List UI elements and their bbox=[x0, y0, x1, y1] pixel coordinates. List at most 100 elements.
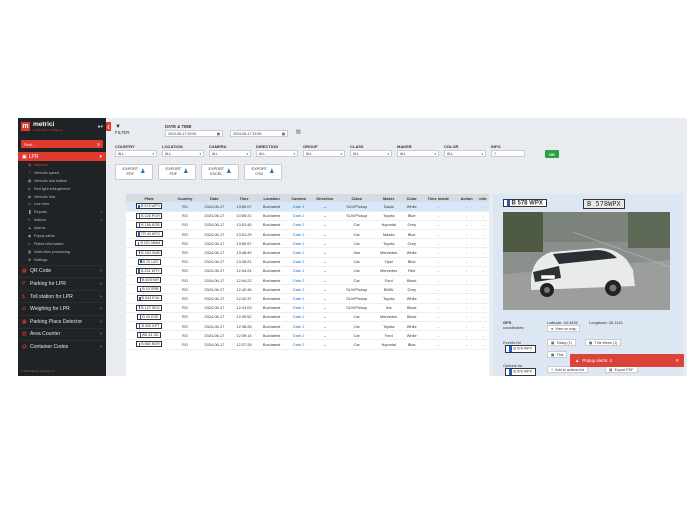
camera-link[interactable]: Gate 2 bbox=[293, 241, 305, 246]
camera-link[interactable]: Gate 2 bbox=[293, 232, 305, 237]
maker-select[interactable]: ALL ▾ bbox=[397, 150, 439, 157]
sidebar-item-alarms[interactable]: ▲ Alarms bbox=[18, 224, 106, 232]
camera-link[interactable]: Gate 2 bbox=[293, 314, 305, 319]
add-to-actions-button[interactable]: + Add to actions list bbox=[547, 366, 589, 373]
camera-link[interactable]: Gate 2 bbox=[293, 342, 305, 347]
column-header[interactable]: Camera bbox=[286, 194, 311, 202]
plate-badge[interactable]: B 860 NDR bbox=[136, 341, 163, 348]
plate-badge[interactable]: B 186 KGB bbox=[136, 221, 163, 228]
plate-badge[interactable]: B 231 WTY bbox=[135, 267, 163, 274]
class-select[interactable]: ALL ▾ bbox=[350, 150, 392, 157]
camera-link[interactable]: Gate 2 bbox=[293, 324, 305, 329]
sidebar-item-vehicles-and-trailers[interactable]: ▤ Vehicles and trailers bbox=[18, 177, 106, 185]
vehicle-photo[interactable] bbox=[503, 212, 670, 310]
country-select[interactable]: ALL ▾ bbox=[115, 150, 157, 157]
table-row[interactable]: B 860 NDR RO 2024-06-17 12:37:28 Bucharest Ga… bbox=[126, 339, 489, 350]
column-header[interactable]: Country bbox=[172, 194, 198, 202]
plate-badge[interactable]: B 43 KXE bbox=[137, 313, 161, 320]
plate-badge[interactable]: B 70 UZZ bbox=[137, 258, 161, 265]
camera-select[interactable]: ALL ▾ bbox=[209, 150, 251, 157]
sidebar-item-vehicles-flow[interactable]: ⇄ Vehicles flow bbox=[18, 193, 106, 201]
sidebar-item-parking-place-detector[interactable]: ▣ Parking Place Detector › bbox=[18, 314, 106, 328]
column-header[interactable]: Class bbox=[339, 194, 375, 202]
camera-link[interactable]: Gate 2 bbox=[293, 333, 305, 338]
sidebar-item-video-files-processing[interactable]: ▧ Video files processing bbox=[18, 248, 106, 256]
table-row[interactable]: B 300 KPT RO 2024-06-17 12:38:28 Bucharest Ga… bbox=[126, 321, 489, 332]
table-row[interactable]: B 543 EVA RO 2024-06-17 12:42:37 Bucharest Ga… bbox=[126, 293, 489, 304]
sidebar-section-lpr[interactable]: ▣ LPR ▾ bbox=[18, 152, 106, 161]
table-row[interactable]: B 43 KXE RO 2024-06-17 12:39:52 Bucharest Gat… bbox=[126, 312, 489, 322]
table-row[interactable]: B 127 SKO RO 2024-06-17 12:41:03 Bucharest Ga… bbox=[126, 303, 489, 313]
column-header[interactable]: Direction bbox=[310, 194, 340, 202]
table-row[interactable]: B 221 MMM RO 2024-06-17 13:50:57 Bucharest Ga… bbox=[126, 238, 489, 249]
plate-badge[interactable]: TR 44 MTG bbox=[135, 231, 163, 238]
search-input[interactable]: Find ... ⚲ bbox=[21, 140, 103, 148]
close-icon[interactable]: ✕ bbox=[675, 358, 679, 364]
filter-toggle[interactable]: ▼ FILTER bbox=[115, 124, 129, 135]
view-on-map-button[interactable]: ● View on map bbox=[547, 325, 581, 332]
plate-badge[interactable]: B 543 EVA bbox=[136, 295, 162, 302]
plate-badge[interactable]: B 15 SRB bbox=[137, 286, 161, 293]
sidebar-item-vehicles[interactable]: ▣ Vehicles bbox=[18, 161, 106, 169]
plate-badge[interactable]: AB 43 JID bbox=[137, 332, 162, 339]
sidebar-item-parking-for-lpr[interactable]: P Parking for LPR › bbox=[18, 277, 106, 290]
table-row[interactable]: B 186 KGB RO 2024-06-17 13:51:45 Bucharest Ga… bbox=[126, 220, 489, 231]
plate-badge[interactable]: B 127 SKO bbox=[136, 304, 163, 311]
column-header[interactable]: Date bbox=[197, 194, 232, 202]
camera-link[interactable]: Gate 2 bbox=[293, 259, 305, 264]
sidebar-item-weighing-for-lpr[interactable]: ⚖ Weighing for LPR › bbox=[18, 302, 106, 315]
column-header[interactable]: Info bbox=[476, 194, 489, 202]
column-header[interactable]: Plate bbox=[126, 194, 173, 202]
camera-link[interactable]: Gate 2 bbox=[293, 204, 305, 209]
plate-badge[interactable]: B 578 WPX bbox=[135, 203, 163, 210]
export-csv-button[interactable]: EXPORT CSV ♟ bbox=[244, 164, 282, 180]
sidebar-item-settings[interactable]: ⚙ Settings bbox=[18, 256, 106, 264]
sidebar-item-popup-alerts[interactable]: ◉ Popup alerts bbox=[18, 232, 106, 240]
camera-link[interactable]: Gate 2 bbox=[293, 250, 305, 255]
column-header[interactable]: Color bbox=[403, 194, 421, 202]
sidebar-item-toll-station-for-lpr[interactable]: $ Toll station for LPR › bbox=[18, 289, 106, 303]
this-month-button[interactable]: ▦ This bbox=[547, 351, 568, 358]
camera-link[interactable]: Gate 2 bbox=[293, 222, 305, 227]
info-select[interactable]: ? bbox=[491, 150, 525, 157]
plate-badge[interactable]: B 300 KPT bbox=[136, 323, 162, 330]
export-pdf-button[interactable]: EXPORT PDF ♟ bbox=[158, 164, 196, 180]
sidebar-item-qr-code[interactable]: ▦ QR Code › bbox=[18, 264, 106, 278]
camera-link[interactable]: Gate 2 bbox=[293, 278, 305, 283]
sidebar-item-plates-information[interactable]: ≡ Plates information bbox=[18, 240, 106, 248]
this-week-button[interactable]: ▦ This Week (1) bbox=[585, 339, 622, 346]
table-row[interactable]: TR 44 MTG RO 2024-06-17 13:51:29 Bucharest Ga… bbox=[126, 229, 489, 240]
popup-alerts-toast[interactable]: ▲ Popup alerts: 4 ✕ bbox=[570, 354, 684, 367]
table-row[interactable]: B 15 SRB RO 2024-06-17 12:42:46 Bucharest Gat… bbox=[126, 284, 489, 295]
sidebar-item-actions[interactable]: ϟ Actions › bbox=[18, 216, 106, 224]
table-row[interactable]: B 578 WPX RO 2024-06-17 13:50:07 Bucharest Ga… bbox=[126, 202, 489, 212]
table-row[interactable]: AB 43 JID RO 2024-06-17 12:39:14 Bucharest Ga… bbox=[126, 330, 489, 341]
plate-badge[interactable]: B 678 KIR bbox=[137, 277, 162, 284]
camera-link[interactable]: Gate 2 bbox=[293, 268, 305, 273]
camera-link[interactable]: Gate 2 bbox=[293, 305, 305, 310]
export-pdf-button[interactable]: EXPORT PDF ♟ bbox=[115, 164, 153, 180]
camera-link[interactable]: Gate 2 bbox=[293, 213, 305, 218]
sidebar-item-red-light-infringement[interactable]: ● Red light infringement bbox=[18, 185, 106, 193]
table-row[interactable]: B 678 KIR RO 2024-06-17 12:44:22 Bucharest Ga… bbox=[126, 275, 489, 286]
export-excel-button[interactable]: EXPORT EXCEL ♟ bbox=[201, 164, 239, 180]
ok-button[interactable]: OK bbox=[545, 150, 559, 158]
sidebar-item-live-view[interactable]: ▭ Live view bbox=[18, 200, 106, 208]
export-pdf-button[interactable]: ▤ Export PDF bbox=[605, 366, 638, 373]
sidebar-item-area-counter[interactable]: ▥ Area Counter › bbox=[18, 327, 106, 341]
column-header[interactable]: Time bbox=[231, 194, 257, 202]
camera-link[interactable]: Gate 2 bbox=[293, 287, 305, 292]
user-icon[interactable]: ●▾ bbox=[97, 124, 103, 130]
date-from-input[interactable]: 2024-06-17 00:00 ▦ bbox=[165, 130, 223, 137]
search-icon[interactable]: ⚲ bbox=[97, 142, 100, 147]
color-select[interactable]: ALL ▾ bbox=[444, 150, 486, 157]
column-header[interactable]: Time inside bbox=[420, 194, 457, 202]
group-select[interactable]: ALL ▾ bbox=[303, 150, 345, 157]
plate-badge[interactable]: B 126 POH bbox=[136, 212, 163, 219]
column-header[interactable]: Action bbox=[456, 194, 477, 202]
table-row[interactable]: B 70 UZZ RO 2024-06-17 13:45:21 Bucharest Gat… bbox=[126, 257, 489, 267]
column-header[interactable]: Location bbox=[256, 194, 287, 202]
table-row[interactable]: B 454 HUB RO 2024-06-17 13:48:49 Bucharest Ga… bbox=[126, 247, 489, 258]
sidebar-item-container-codes[interactable]: ▤ Container Codes › bbox=[18, 340, 106, 353]
plate-badge[interactable]: B 221 MMM bbox=[135, 240, 163, 247]
